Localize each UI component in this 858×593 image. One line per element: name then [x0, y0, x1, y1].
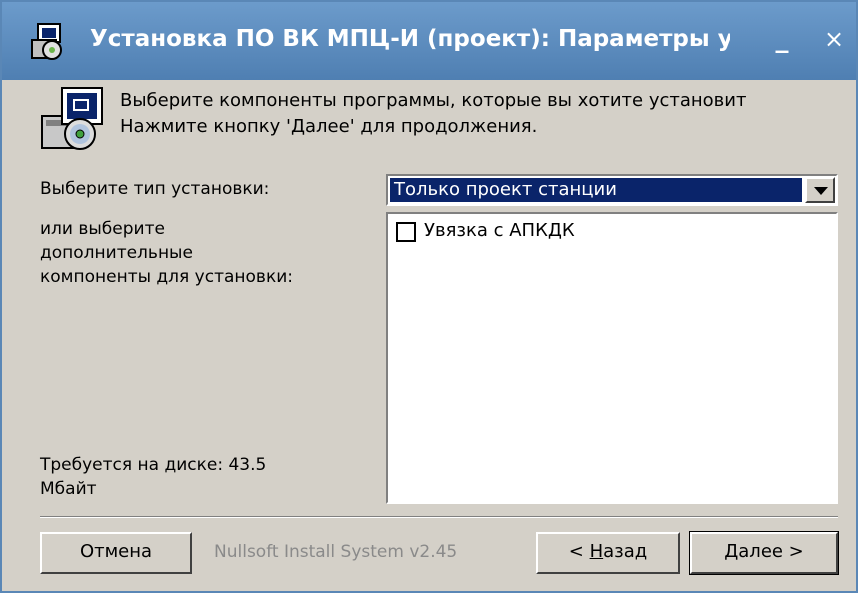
- back-button[interactable]: < Назад: [536, 532, 680, 574]
- install-type-selected[interactable]: Только проект станции: [390, 178, 802, 202]
- install-type-label: Выберите тип установки:: [40, 179, 270, 199]
- installer-disk-icon: [41, 87, 103, 150]
- component-label[interactable]: Увязка с АПКДК: [424, 220, 575, 241]
- window-title: Установка ПО ВК МПЦ-И (проект): Параметр…: [90, 26, 730, 52]
- footer-divider-highlight: [40, 517, 838, 518]
- installer-icon: [31, 23, 62, 60]
- header-instruction: Выберите компоненты программы, которые в…: [120, 90, 747, 111]
- next-hotkey: Д: [724, 541, 739, 562]
- dropdown-button[interactable]: [805, 177, 835, 203]
- back-hotkey: Н: [589, 541, 604, 562]
- components-label-line1: или выберите: [40, 219, 165, 239]
- close-button[interactable]: ×: [820, 24, 848, 54]
- back-prefix: <: [568, 541, 590, 562]
- components-list[interactable]: Увязка с АПКДК: [386, 212, 838, 504]
- branding-text: Nullsoft Install System v2.45: [214, 542, 458, 562]
- components-label-line2: дополнительные: [40, 243, 193, 263]
- next-button[interactable]: Далее >: [689, 531, 839, 575]
- component-checkbox[interactable]: [396, 222, 416, 242]
- next-label: алее >: [738, 541, 804, 562]
- back-label: азад: [603, 541, 648, 562]
- components-label-line3: компоненты для установки:: [40, 267, 293, 287]
- disk-space-line1: Требуется на диске: 43.5: [40, 455, 267, 475]
- chevron-down-icon: [814, 187, 828, 195]
- disk-space-line2: Мбайт: [40, 479, 97, 499]
- title-bar[interactable]: Установка ПО ВК МПЦ-И (проект): Параметр…: [2, 2, 856, 80]
- minimize-button[interactable]: _: [768, 24, 796, 54]
- installer-window: Установка ПО ВК МПЦ-И (проект): Параметр…: [0, 0, 858, 593]
- install-type-dropdown[interactable]: Только проект станции: [386, 174, 838, 206]
- cancel-button[interactable]: Отмена: [40, 532, 192, 574]
- header-continue-hint: Нажмите кнопку 'Далее' для продолжения.: [120, 116, 538, 137]
